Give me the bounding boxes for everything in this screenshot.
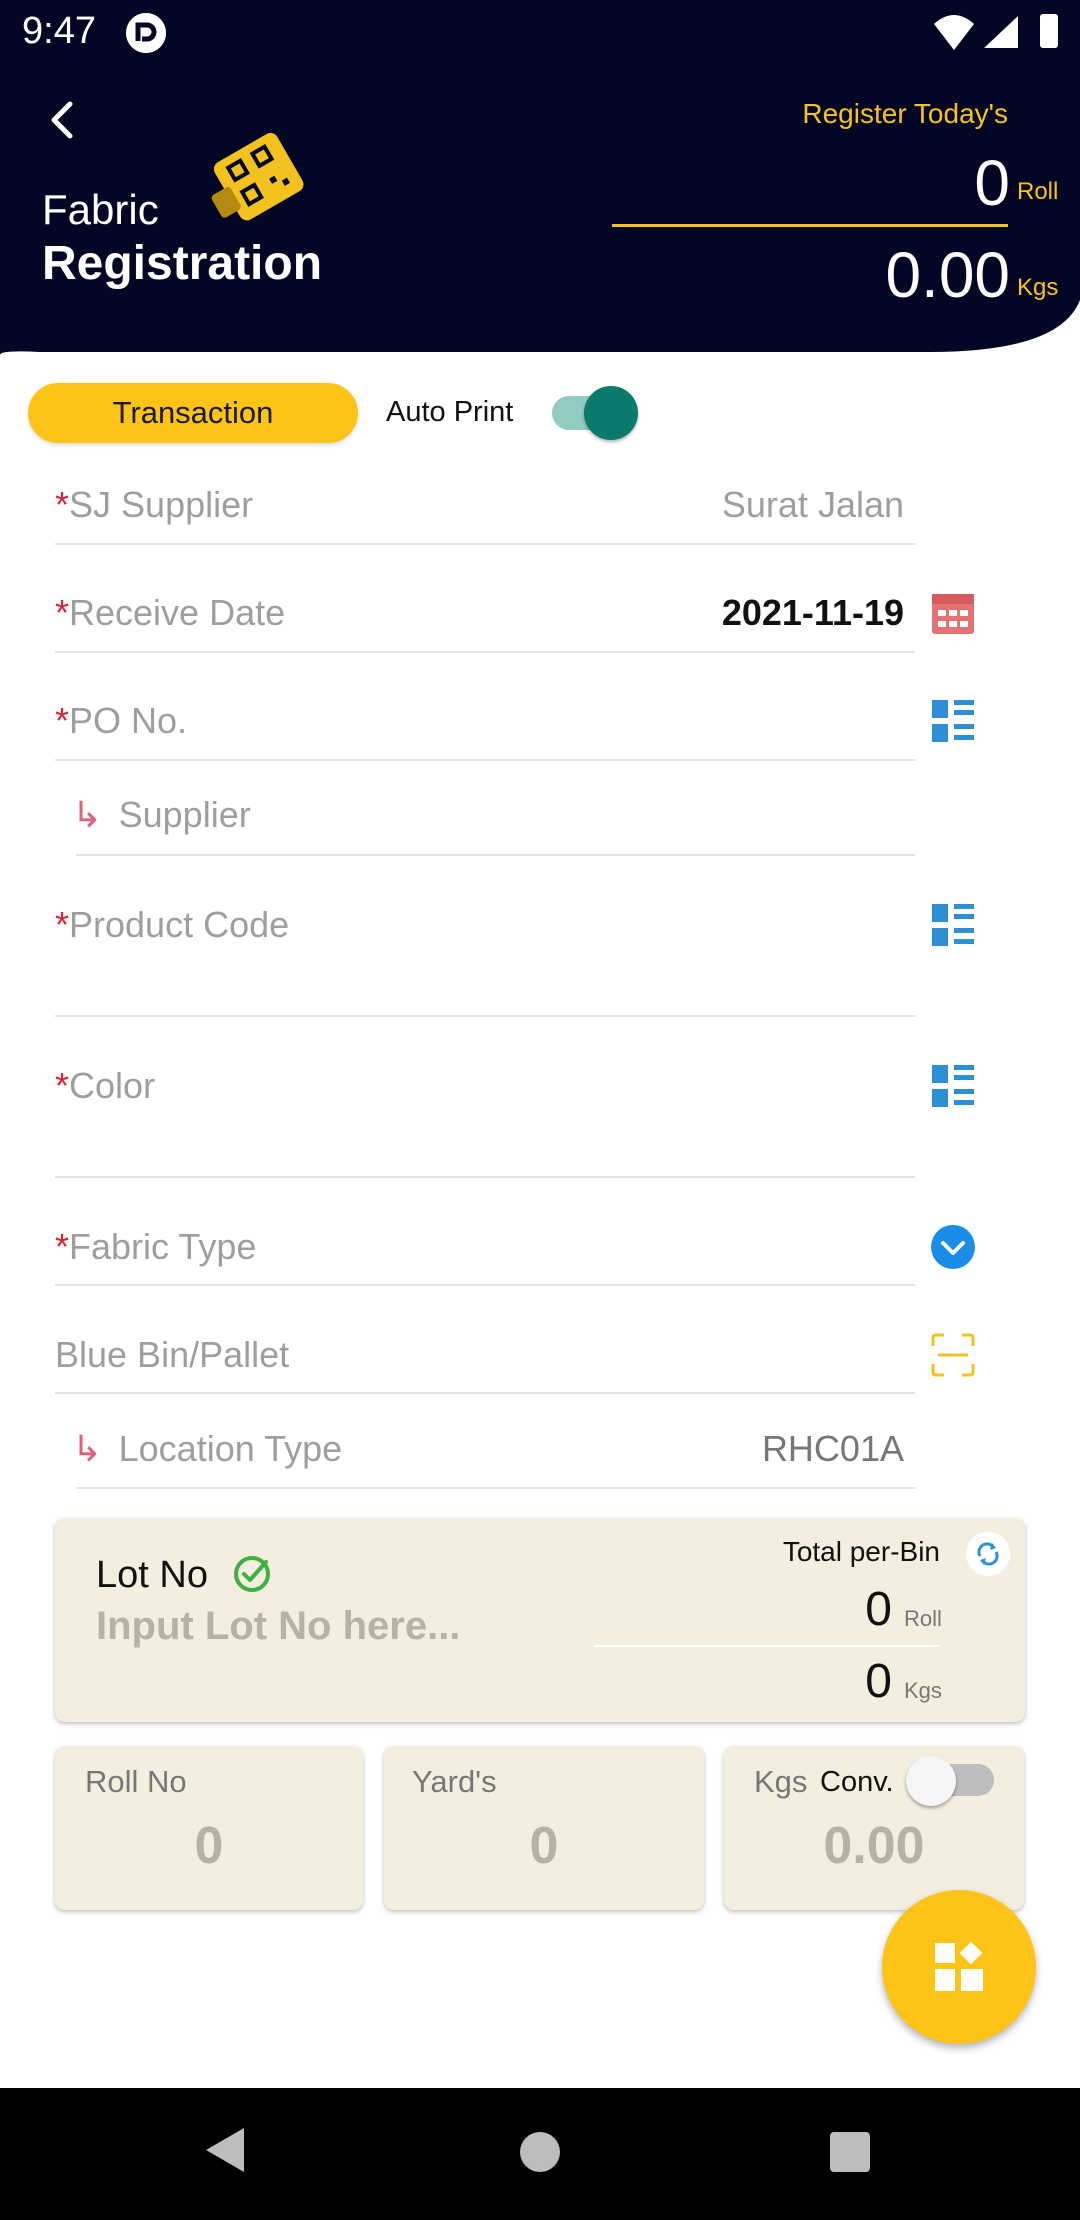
receive-date-label: Receive Date <box>69 592 286 633</box>
battery-icon <box>1040 14 1058 48</box>
divider <box>55 1284 915 1286</box>
roll-no-value: 0 <box>194 1817 224 1875</box>
required-mark: * <box>55 1226 70 1267</box>
required-mark: * <box>55 700 70 741</box>
today-kgs-unit: Kgs <box>1017 274 1059 301</box>
required-mark: * <box>55 1065 70 1106</box>
calendar-icon[interactable] <box>930 590 976 636</box>
refresh-icon[interactable] <box>966 1532 1010 1576</box>
lot-no-input[interactable]: Input Lot No here... <box>96 1604 556 1649</box>
po-no-label: PO No. <box>69 700 188 741</box>
header-curve <box>0 300 1080 380</box>
grid-add-icon <box>935 1941 983 1991</box>
blue-bin-label[interactable]: Blue Bin/Pallet <box>55 1334 289 1376</box>
signal-icon <box>984 16 1018 48</box>
back-arrow-icon[interactable] <box>40 96 88 144</box>
divider <box>55 1392 915 1394</box>
location-type-value: RHC01A <box>761 1428 904 1469</box>
today-kgs-value: 0.00 <box>885 239 1010 311</box>
page-title-line1: Fabric <box>42 186 159 233</box>
divider <box>55 543 915 545</box>
app-notification-icon <box>126 13 166 53</box>
sub-arrow-icon: ↳ <box>72 1428 103 1469</box>
sj-supplier-label: SJ Supplier <box>69 484 254 525</box>
divider <box>55 1176 915 1178</box>
divider <box>55 651 915 653</box>
color-label: Color <box>69 1065 156 1106</box>
product-code-field[interactable]: *Product Code <box>55 904 289 946</box>
divider <box>594 1645 940 1647</box>
roll-no-label: Roll No <box>85 1764 187 1799</box>
sj-supplier-input[interactable]: Surat Jalan <box>560 484 904 526</box>
bin-roll-unit: Roll <box>904 1606 942 1631</box>
product-code-label: Product Code <box>69 904 290 945</box>
kgs-label: Kgs <box>754 1764 808 1799</box>
register-today-label: Register Today's <box>802 98 1008 129</box>
auto-print-toggle-thumb[interactable] <box>584 386 638 440</box>
scan-icon[interactable] <box>930 1332 976 1378</box>
yards-label: Yard's <box>412 1764 497 1799</box>
required-mark: * <box>55 904 70 945</box>
sub-arrow-icon: ↳ <box>72 794 103 835</box>
receive-date-field[interactable]: *Receive Date <box>55 592 285 634</box>
divider <box>55 1015 915 1017</box>
bin-roll-value: 0 <box>865 1583 892 1636</box>
conv-label: Conv. <box>820 1766 894 1798</box>
auto-print-label: Auto Print <box>386 396 514 428</box>
po-no-field[interactable]: *PO No. <box>55 700 187 742</box>
today-roll-value: 0 <box>974 147 1010 219</box>
divider <box>55 759 915 761</box>
location-type-label: Location Type <box>118 1428 343 1469</box>
fabric-type-field[interactable]: *Fabric Type <box>55 1226 256 1268</box>
lot-no-label: Lot No <box>96 1554 208 1596</box>
fab-button[interactable] <box>882 1890 1036 2044</box>
divider <box>76 854 915 856</box>
status-time: 9:47 <box>22 10 96 52</box>
fabric-type-label: Fabric Type <box>69 1226 257 1267</box>
yards-value: 0 <box>529 1817 559 1875</box>
color-list-icon[interactable] <box>930 1063 976 1109</box>
po-list-icon[interactable] <box>930 698 976 744</box>
sj-supplier-field[interactable]: *SJ Supplier <box>55 484 253 526</box>
kgs-value: 0.00 <box>823 1817 925 1875</box>
yards-card[interactable]: Yard's 0 <box>384 1746 704 1910</box>
receive-date-value[interactable]: 2021-11-19 <box>560 592 904 634</box>
color-field[interactable]: *Color <box>55 1065 155 1107</box>
nav-back-icon[interactable] <box>206 2128 244 2172</box>
bin-kgs-value: 0 <box>865 1655 892 1708</box>
product-list-icon[interactable] <box>930 902 976 948</box>
nav-home-icon[interactable] <box>520 2132 560 2172</box>
location-type-field[interactable]: ↳ Location Type <box>72 1428 342 1470</box>
conv-toggle-thumb[interactable] <box>906 1756 956 1806</box>
bin-kgs-unit: Kgs <box>904 1678 942 1703</box>
transaction-button[interactable]: Transaction <box>28 383 358 443</box>
today-roll-unit: Roll <box>1017 178 1059 205</box>
divider <box>76 1487 915 1489</box>
required-mark: * <box>55 592 70 633</box>
chevron-down-circle-icon[interactable] <box>930 1224 976 1270</box>
wifi-icon <box>934 15 974 50</box>
required-mark: * <box>55 484 70 525</box>
supplier-label: Supplier <box>118 794 251 835</box>
check-circle-icon <box>234 1556 270 1592</box>
total-per-bin-label: Total per-Bin <box>782 1536 940 1567</box>
divider <box>612 224 1008 227</box>
qr-tag-icon <box>211 133 304 221</box>
page-title-line2: Registration <box>42 237 323 290</box>
roll-no-card[interactable]: Roll No 0 <box>55 1746 363 1910</box>
supplier-field[interactable]: ↳ Supplier <box>72 794 251 836</box>
nav-recents-icon[interactable] <box>830 2132 870 2172</box>
